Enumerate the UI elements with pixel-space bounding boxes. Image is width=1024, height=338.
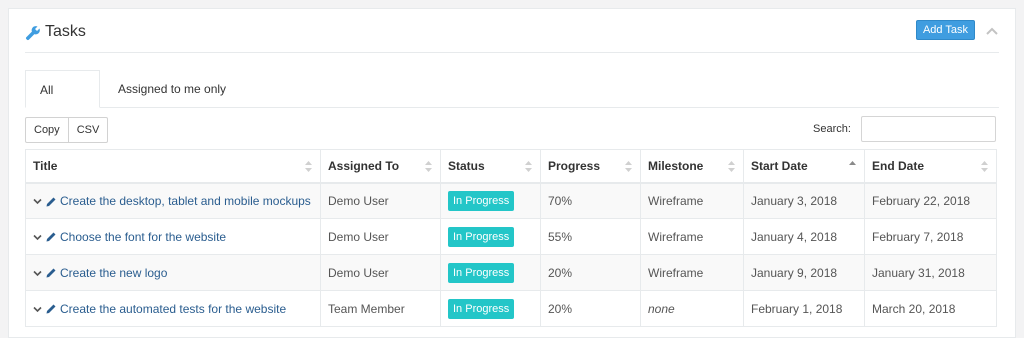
task-tabs: All Tasks Assigned to me only [25,70,999,135]
progress-cell: 20% [540,290,641,327]
search-label: Search: [813,123,851,135]
column-header-assigned-to[interactable]: Assigned To [320,149,441,184]
start-date-cell: February 1, 2018 [743,290,865,327]
status-badge: In Progress [448,226,515,247]
chevron-up-icon[interactable] [985,25,999,39]
chevron-down-icon[interactable] [33,233,42,242]
status-badge: In Progress [448,262,515,283]
tab-assigned-to-me[interactable]: Assigned to me only [104,70,240,108]
chevron-down-icon[interactable] [33,197,42,206]
column-header-progress[interactable]: Progress [540,149,641,184]
end-date-cell: January 31, 2018 [864,254,997,291]
start-date-cell: January 3, 2018 [743,182,865,219]
pencil-icon[interactable] [46,304,56,314]
column-label: Start Date [751,158,808,173]
assigned-to-cell: Demo User [320,254,441,291]
task-title-link[interactable]: Choose the font for the website [60,230,226,244]
pencil-icon[interactable] [46,232,56,242]
task-title-cell: Create the desktop, tablet and mobile mo… [25,182,321,219]
column-label: Title [33,158,58,173]
column-header-title[interactable]: Title [25,149,321,184]
sort-icon [305,161,312,172]
pencil-icon[interactable] [46,197,56,207]
column-header-end-date[interactable]: End Date [864,149,997,184]
start-date-cell: January 4, 2018 [743,218,865,255]
table-row[interactable]: Create the new logo Demo User In Progres… [25,254,997,291]
table-row[interactable]: Create the desktop, tablet and mobile mo… [25,182,997,219]
task-title-cell: Create the automated tests for the websi… [25,290,321,327]
status-cell: In Progress [440,218,541,255]
task-title-cell: Create the new logo [25,254,321,291]
pencil-icon[interactable] [46,268,56,278]
chevron-down-icon[interactable] [33,269,42,278]
status-badge: In Progress [448,190,515,211]
column-header-start-date[interactable]: Start Date [743,149,865,184]
sort-icon [981,161,988,172]
sort-icon [625,161,632,172]
sort-icon [728,161,735,172]
column-header-status[interactable]: Status [440,149,541,184]
end-date-cell: March 20, 2018 [864,290,997,327]
table-row[interactable]: Create the automated tests for the websi… [25,290,997,327]
progress-cell: 70% [540,182,641,219]
export-buttons: Copy CSV [25,117,109,143]
milestone-cell: Wireframe [640,254,744,291]
tasks-panel: Tasks Add Task All Tasks Assigned to me … [8,8,1016,338]
chevron-down-icon[interactable] [33,305,42,314]
table-header-row: Title Assigned To Status Progress Milest… [25,149,997,184]
column-header-milestone[interactable]: Milestone [640,149,744,184]
task-title-link[interactable]: Create the new logo [60,266,167,280]
page-title: Tasks [45,23,86,40]
add-task-button[interactable]: Add Task [915,20,975,40]
status-badge: In Progress [448,298,515,319]
column-label: Progress [548,158,601,173]
column-label: Assigned To [328,158,400,173]
status-cell: In Progress [440,290,541,327]
assigned-to-cell: Demo User [320,182,441,219]
assigned-to-cell: Team Member [320,290,441,327]
task-title-cell: Choose the font for the website [25,218,321,255]
sort-icon [425,161,432,172]
sort-icon [525,161,532,172]
column-label: End Date [872,158,925,173]
wrench-icon [25,26,40,41]
milestone-cell: Wireframe [640,182,744,219]
tasks-table: Title Assigned To Status Progress Milest… [25,149,997,327]
assigned-to-cell: Demo User [320,218,441,255]
copy-button[interactable]: Copy [25,117,69,143]
status-cell: In Progress [440,182,541,219]
search-input[interactable] [861,116,996,142]
status-cell: In Progress [440,254,541,291]
end-date-cell: February 22, 2018 [864,182,997,219]
task-title-link[interactable]: Create the automated tests for the websi… [60,302,286,316]
task-title-link[interactable]: Create the desktop, tablet and mobile mo… [60,194,311,208]
progress-cell: 55% [540,218,641,255]
csv-button[interactable]: CSV [68,117,109,143]
table-row[interactable]: Choose the font for the website Demo Use… [25,218,997,255]
panel-header: Tasks Add Task [25,20,999,53]
milestone-cell: Wireframe [640,218,744,255]
start-date-cell: January 9, 2018 [743,254,865,291]
column-label: Status [448,158,485,173]
tab-all-tasks[interactable]: All Tasks [25,70,100,135]
progress-cell: 20% [540,254,641,291]
sort-ascending-icon [849,161,856,165]
end-date-cell: February 7, 2018 [864,218,997,255]
milestone-cell: none [640,290,744,327]
column-label: Milestone [648,158,704,173]
